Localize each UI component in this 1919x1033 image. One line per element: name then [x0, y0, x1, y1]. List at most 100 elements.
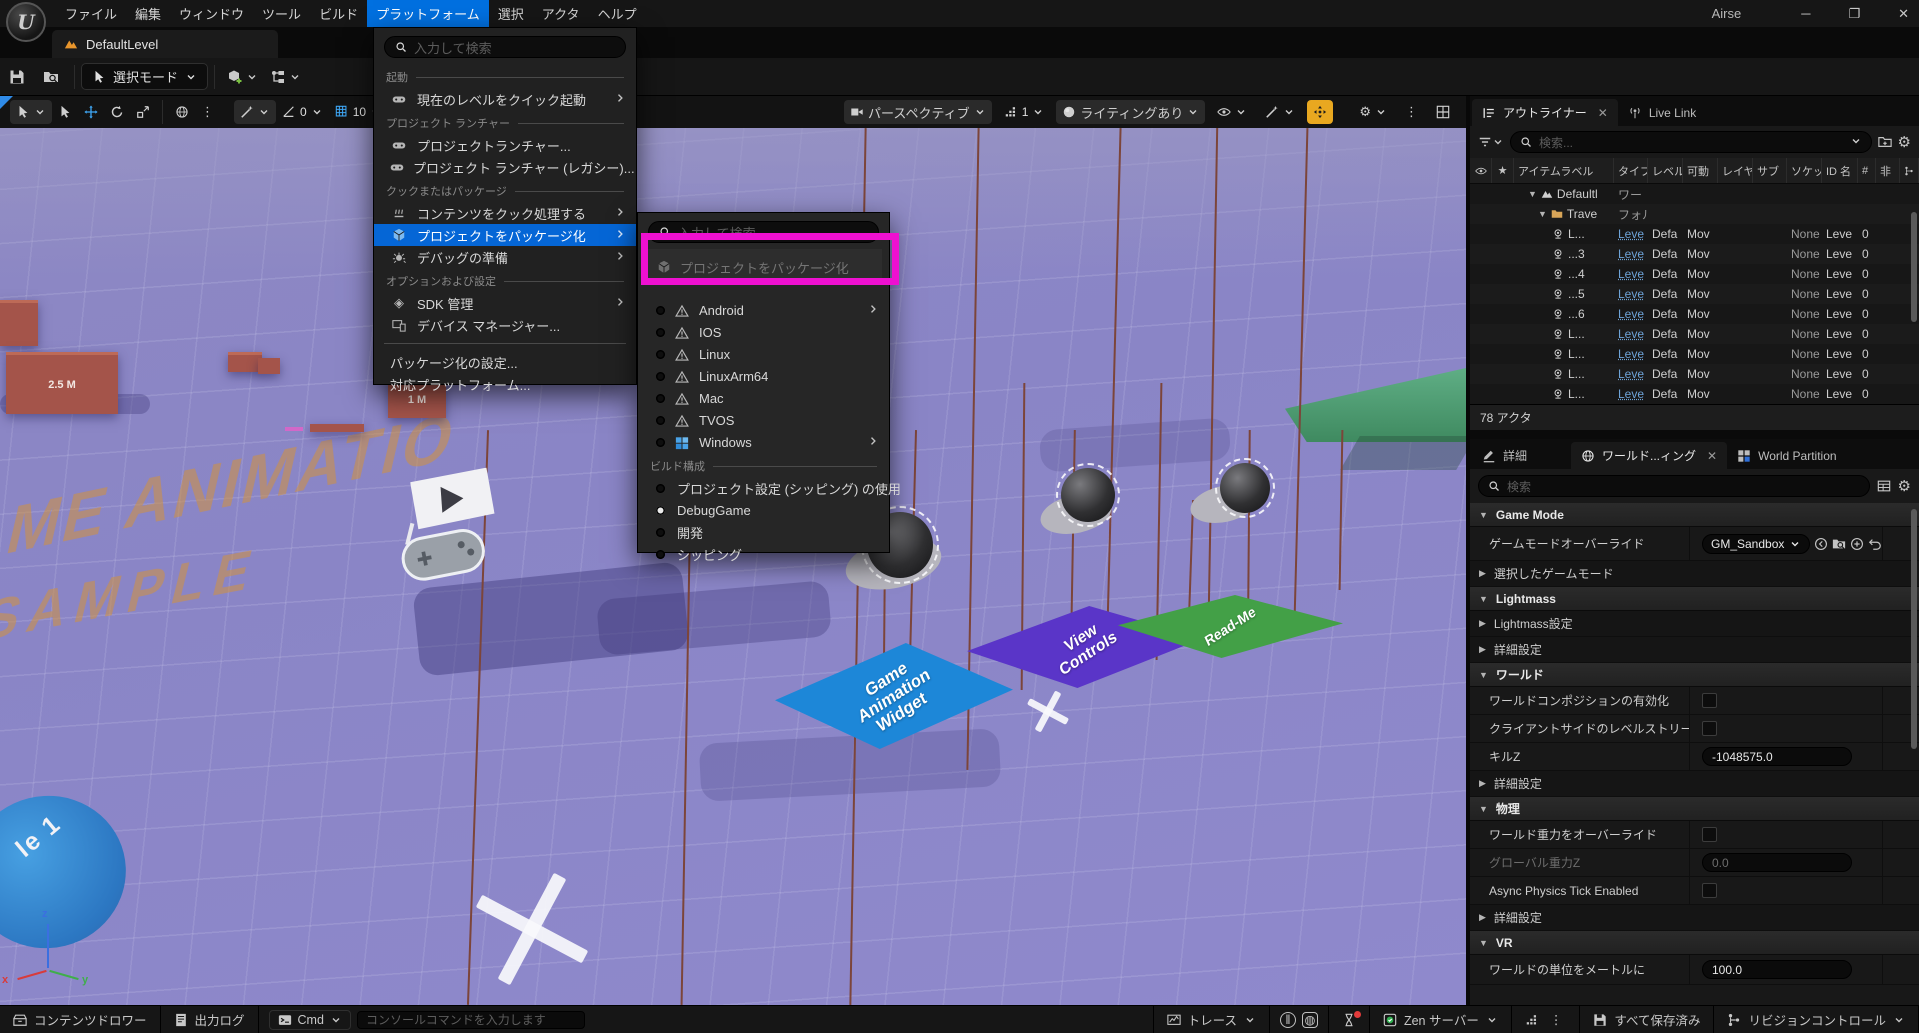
- player-start-flag[interactable]: ✚: [394, 466, 515, 605]
- derived-data-button[interactable]: ⋮: [1512, 1006, 1581, 1033]
- task-status-button[interactable]: [1328, 1006, 1370, 1033]
- outliner-row-actor[interactable]: ...3 Leve Defa Mov None Leve 0: [1470, 244, 1919, 264]
- menu-tools[interactable]: ツール: [253, 0, 310, 27]
- sphere-actor[interactable]: [1061, 468, 1115, 522]
- eye-icon[interactable]: [1470, 158, 1492, 183]
- select-tool-button[interactable]: [52, 100, 78, 124]
- section-lightmass[interactable]: ▼Lightmass: [1470, 587, 1919, 611]
- outliner-scrollbar[interactable]: [1911, 212, 1917, 322]
- menu-item-project-launcher-legacy[interactable]: プロジェクト ランチャー (レガシー)...: [374, 156, 636, 178]
- console-command-input[interactable]: コンソールコマンドを入力します: [357, 1011, 585, 1029]
- minimize-button[interactable]: ─: [1801, 6, 1810, 22]
- new-asset-button[interactable]: [1850, 537, 1864, 551]
- menu-build[interactable]: ビルド: [310, 0, 367, 27]
- view-mode-dropdown[interactable]: ライティングあり: [1056, 100, 1205, 124]
- panel-splitter[interactable]: [1470, 430, 1919, 439]
- red-strip[interactable]: [310, 424, 364, 432]
- row-lightmass-advanced[interactable]: ▶詳細設定: [1470, 637, 1919, 663]
- submenu-item-android[interactable]: Android: [638, 299, 889, 321]
- outliner-row-world[interactable]: ▼ Defaultl ワー: [1470, 184, 1919, 204]
- override-gravity-checkbox[interactable]: [1702, 827, 1717, 842]
- close-button[interactable]: ✕: [1898, 6, 1909, 22]
- menu-help[interactable]: ヘルプ: [589, 0, 646, 27]
- menu-item-quick-launch[interactable]: 現在のレベルをクイック起動: [374, 88, 636, 110]
- client-streaming-checkbox[interactable]: [1702, 721, 1717, 736]
- row-world-advanced[interactable]: ▶詳細設定: [1470, 771, 1919, 797]
- outliner-row-actor[interactable]: ...5 Leve Defa Mov None Leve 0: [1470, 284, 1919, 304]
- submenu-item-linux[interactable]: Linux: [638, 343, 889, 365]
- submenu-item-tvos[interactable]: TVOS: [638, 409, 889, 431]
- section-game-mode[interactable]: ▼Game Mode: [1470, 503, 1919, 527]
- content-drawer-button[interactable]: コンテンツドロワー: [0, 1006, 161, 1033]
- outliner-row-actor[interactable]: L... Leve Defa Mov None Leve 0: [1470, 344, 1919, 364]
- submenu-search-input[interactable]: 入力して検索: [648, 221, 879, 243]
- menu-item-device-manager[interactable]: デバイス マネージャー...: [374, 314, 636, 336]
- outliner-row-actor[interactable]: ...6 Leve Defa Mov None Leve 0: [1470, 304, 1919, 324]
- outliner-row-actor[interactable]: L... Leve Defa Mov None Leve 0: [1470, 324, 1919, 344]
- menu-item-supported-platforms[interactable]: 対応プラットフォーム...: [374, 373, 636, 395]
- close-tab-icon[interactable]: ✕: [1598, 106, 1608, 120]
- add-actor-button[interactable]: [221, 69, 264, 85]
- section-world[interactable]: ▼ワールド: [1470, 663, 1919, 687]
- menu-item-cook-content[interactable]: コンテンツをクック処理する: [374, 202, 636, 224]
- scale-tool-button[interactable]: [130, 100, 156, 124]
- show-flags-dropdown[interactable]: [1211, 100, 1253, 124]
- viewport-tool-dropdown[interactable]: [10, 100, 52, 124]
- menu-item-package-project[interactable]: プロジェクトをパッケージ化: [374, 224, 636, 246]
- sphere-actor[interactable]: [1220, 463, 1270, 513]
- outliner-row-actor[interactable]: ...4 Leve Defa Mov None Leve 0: [1470, 264, 1919, 284]
- maximize-viewport-button[interactable]: [1430, 100, 1456, 124]
- trace-dropdown[interactable]: トレース: [1153, 1006, 1270, 1033]
- save-all-button[interactable]: すべて保存済み: [1580, 1006, 1714, 1033]
- rotate-tool-button[interactable]: [104, 100, 130, 124]
- unreal-logo-icon[interactable]: U: [6, 2, 46, 42]
- screen-percentage-button[interactable]: 1: [998, 100, 1051, 124]
- pause-trace-icon[interactable]: ‖: [1280, 1012, 1296, 1028]
- outliner-row-actor[interactable]: L... Leve Defa Mov None Leve 0: [1470, 384, 1919, 404]
- outliner-search-input[interactable]: 検索...: [1510, 131, 1872, 153]
- surface-snapping-button[interactable]: [234, 100, 276, 124]
- revision-control-dropdown[interactable]: リビジョンコントロール: [1714, 1006, 1919, 1033]
- red-block-25m[interactable]: 2.5 M: [6, 352, 118, 414]
- game-view-button[interactable]: [1307, 100, 1333, 124]
- submenu-item-use-project-setting[interactable]: プロジェクト設定 (シッピング) の使用: [638, 477, 889, 499]
- menu-select[interactable]: 選択: [489, 0, 533, 27]
- row-physics-advanced[interactable]: ▶詳細設定: [1470, 905, 1919, 931]
- plug-icon[interactable]: [1900, 158, 1919, 183]
- details-scrollbar[interactable]: [1911, 509, 1917, 749]
- submenu-item-shipping[interactable]: シッピング: [638, 543, 889, 565]
- submenu-item-debuggame[interactable]: DebugGame: [638, 499, 889, 521]
- submenu-item-mac[interactable]: Mac: [638, 387, 889, 409]
- reset-button[interactable]: [1868, 537, 1882, 551]
- outliner-settings-button[interactable]: ⚙: [1898, 133, 1911, 151]
- level-tab[interactable]: DefaultLevel: [52, 30, 278, 58]
- submenu-item-development[interactable]: 開発: [638, 521, 889, 543]
- submenu-item-windows[interactable]: Windows: [638, 431, 889, 453]
- tab-world-settings[interactable]: ワールド...ィング ✕: [1571, 442, 1727, 469]
- async-physics-checkbox[interactable]: [1702, 883, 1717, 898]
- menu-item-sdk[interactable]: ◈ SDK 管理: [374, 292, 636, 314]
- tab-details[interactable]: 詳細: [1472, 442, 1537, 469]
- blueprints-button[interactable]: [264, 69, 307, 85]
- save-button[interactable]: [0, 69, 34, 85]
- rotation-snap-button[interactable]: 0: [276, 100, 329, 124]
- outliner-row-actor[interactable]: L... Leve Defa Mov None Leve 0: [1470, 364, 1919, 384]
- submenu-item-ios[interactable]: IOS: [638, 321, 889, 343]
- content-browser-button[interactable]: [34, 69, 68, 85]
- restore-button[interactable]: ❐: [1848, 6, 1860, 22]
- tab-world-partition[interactable]: World Partition: [1727, 442, 1846, 469]
- menu-edit[interactable]: 編集: [126, 0, 170, 27]
- outliner-row-folder[interactable]: ▼ Trave フォル: [1470, 204, 1919, 224]
- world-to-meters-field[interactable]: 100.0: [1702, 960, 1852, 979]
- global-gravity-field[interactable]: 0.0: [1702, 853, 1852, 872]
- select-mode-dropdown[interactable]: 選択モード: [81, 63, 208, 90]
- star-icon[interactable]: ★: [1492, 158, 1514, 183]
- menu-item-project-launcher[interactable]: プロジェクトランチャー...: [374, 134, 636, 156]
- menu-file[interactable]: ファイル: [56, 0, 126, 27]
- use-selected-button[interactable]: [1814, 537, 1828, 551]
- move-tool-button[interactable]: [78, 100, 104, 124]
- close-tab-icon[interactable]: ✕: [1707, 449, 1717, 463]
- cmd-dropdown[interactable]: Cmd: [269, 1010, 351, 1030]
- menu-actor[interactable]: アクタ: [533, 0, 589, 27]
- viewport-settings-button[interactable]: ⚙: [1353, 100, 1393, 124]
